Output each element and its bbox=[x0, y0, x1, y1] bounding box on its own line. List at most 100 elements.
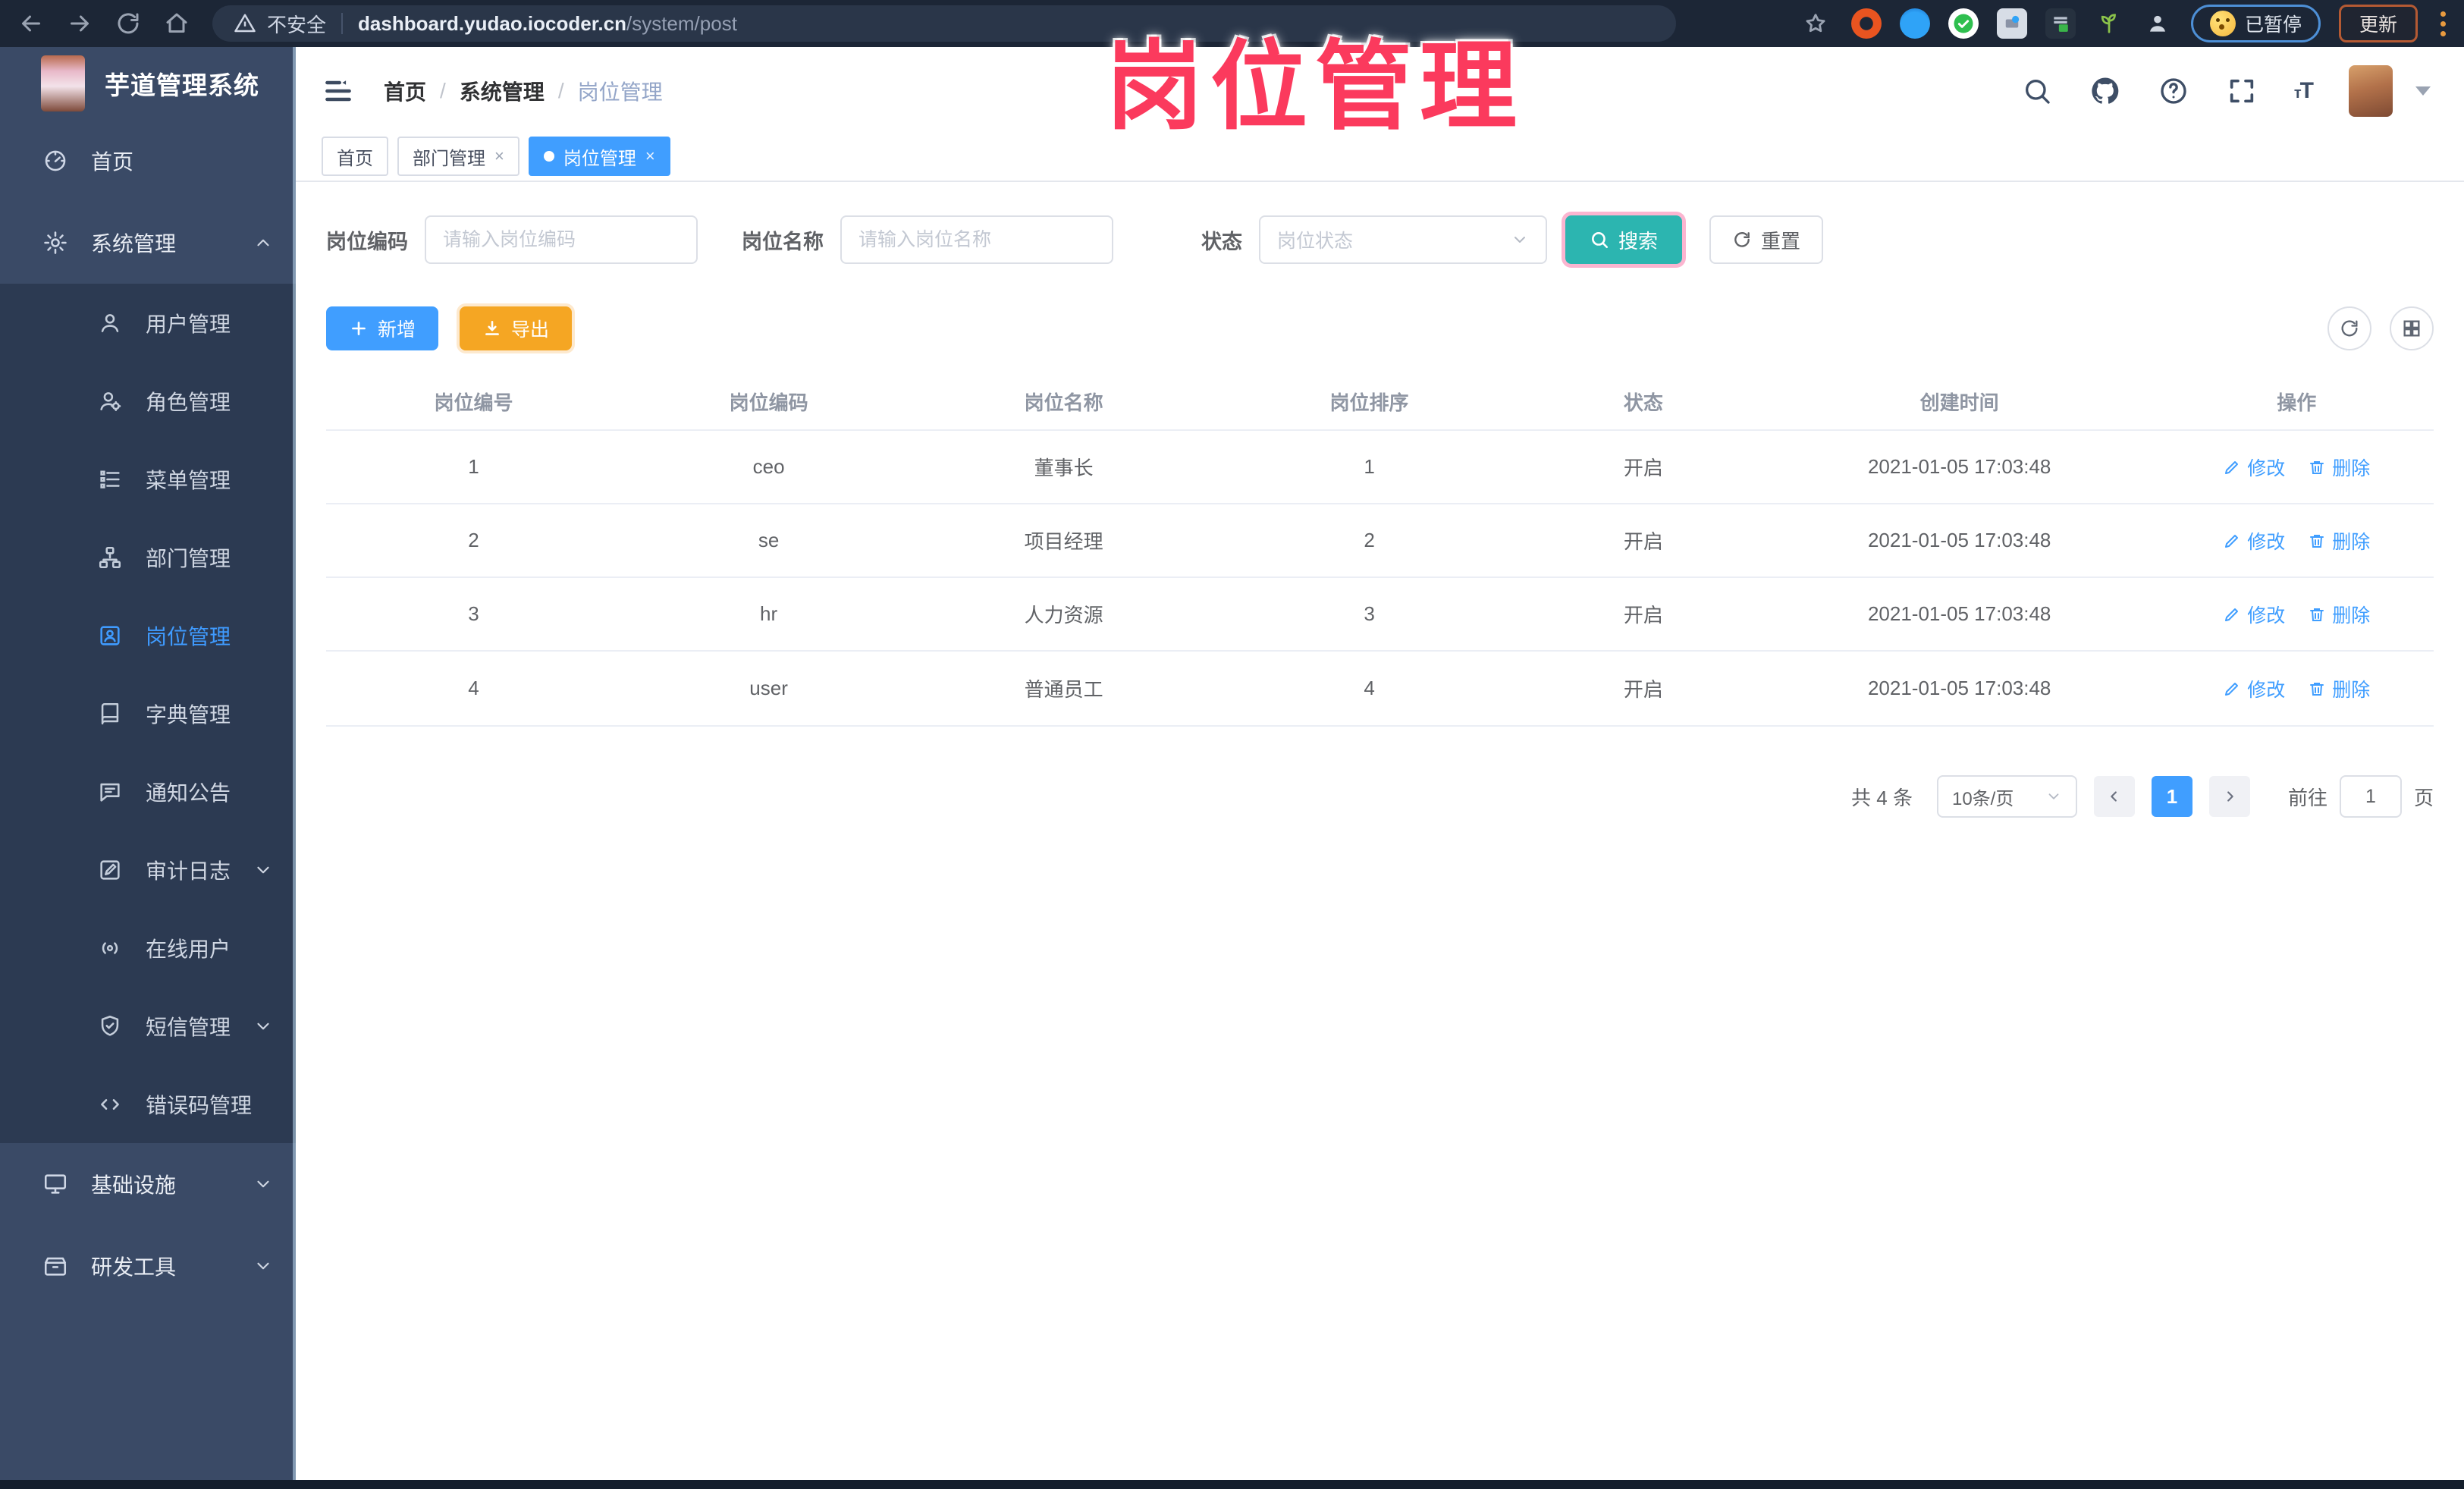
refresh-table-button[interactable] bbox=[2327, 306, 2371, 350]
cell-created-time: 2021-01-05 17:03:48 bbox=[1867, 602, 2051, 625]
sidebar-item-dev-tools[interactable]: 研发工具 bbox=[0, 1225, 296, 1307]
tab-posts[interactable]: 岗位管理 × bbox=[528, 137, 670, 176]
tab-home[interactable]: 首页 bbox=[322, 137, 388, 176]
cell-post-status: 开启 bbox=[1623, 457, 1663, 479]
sidebar-item-online-users[interactable]: 在线用户 bbox=[0, 909, 296, 987]
extension-icon[interactable] bbox=[2142, 8, 2173, 39]
download-icon bbox=[485, 321, 499, 335]
caret-down-icon[interactable] bbox=[2415, 86, 2431, 96]
close-icon[interactable]: × bbox=[494, 148, 504, 165]
font-size-icon[interactable]: тT bbox=[2294, 78, 2314, 104]
sidebar-item-notices[interactable]: 通知公告 bbox=[0, 752, 296, 831]
page-number-active[interactable]: 1 bbox=[2151, 776, 2192, 817]
extension-icon[interactable] bbox=[1850, 8, 1882, 39]
close-icon[interactable]: × bbox=[645, 148, 655, 165]
forward-icon[interactable] bbox=[62, 6, 97, 41]
reset-button[interactable]: 重置 bbox=[1709, 215, 1824, 264]
app-title: 芋道管理系统 bbox=[105, 71, 259, 99]
search-button[interactable]: 搜索 bbox=[1565, 215, 1683, 264]
sidebar-item-label: 基础设施 bbox=[91, 1173, 177, 1197]
cell-post-sort: 4 bbox=[1364, 677, 1375, 699]
status-select[interactable]: 岗位状态 bbox=[1259, 215, 1547, 264]
delete-link[interactable]: 删除 bbox=[2308, 527, 2370, 554]
plus-icon bbox=[352, 322, 366, 335]
posts-table: 岗位编号 岗位编码 岗位名称 岗位排序 状态 创建时间 操作 1 ceo 董事长… bbox=[326, 373, 2434, 727]
cell-post-name: 项目经理 bbox=[1024, 530, 1103, 553]
cell-post-id: 4 bbox=[468, 677, 479, 699]
sidebar-item-departments[interactable]: 部门管理 bbox=[0, 518, 296, 596]
paused-extension-badge[interactable]: 已暂停 bbox=[2190, 5, 2321, 42]
post-name-input[interactable] bbox=[840, 215, 1113, 264]
page-size-select[interactable]: 10条/页 bbox=[1936, 775, 2077, 818]
security-label[interactable]: 不安全 bbox=[267, 10, 326, 38]
column-header: 状态 bbox=[1623, 391, 1663, 414]
help-icon[interactable] bbox=[2158, 75, 2189, 107]
next-page-button[interactable] bbox=[2208, 776, 2250, 817]
sidebar-item-menus[interactable]: 菜单管理 bbox=[0, 440, 296, 518]
goto-page-input[interactable] bbox=[2339, 775, 2402, 818]
sidebar-item-roles[interactable]: 角色管理 bbox=[0, 362, 296, 440]
sidebar-item-dictionary[interactable]: 字典管理 bbox=[0, 674, 296, 752]
breadcrumb-current: 岗位管理 bbox=[577, 80, 663, 104]
home-icon[interactable] bbox=[159, 6, 194, 41]
fullscreen-icon[interactable] bbox=[2226, 75, 2258, 107]
tab-departments[interactable]: 部门管理 × bbox=[397, 137, 519, 176]
avatar[interactable] bbox=[2349, 65, 2393, 117]
cell-post-id: 3 bbox=[468, 602, 479, 625]
breadcrumb-separator: / bbox=[440, 79, 446, 102]
extension-icon[interactable] bbox=[2045, 8, 2076, 39]
sidebar-item-label: 在线用户 bbox=[146, 937, 231, 961]
url-path[interactable]: /system/post bbox=[626, 12, 737, 36]
back-icon[interactable] bbox=[14, 6, 49, 41]
app-logo-row[interactable]: 芋道管理系统 bbox=[0, 47, 296, 120]
extension-icon[interactable] bbox=[1996, 8, 2027, 39]
search-icon bbox=[1592, 232, 1609, 249]
kebab-menu-icon[interactable] bbox=[2436, 11, 2450, 36]
sidebar-item-posts[interactable]: 岗位管理 bbox=[0, 596, 296, 674]
reload-icon[interactable] bbox=[111, 6, 146, 41]
update-button[interactable]: 更新 bbox=[2338, 5, 2418, 42]
delete-link[interactable]: 删除 bbox=[2308, 454, 2370, 481]
edit-link[interactable]: 修改 bbox=[2223, 675, 2285, 702]
sidebar-item-sms[interactable]: 短信管理 bbox=[0, 987, 296, 1065]
star-icon[interactable] bbox=[1798, 6, 1833, 41]
search-icon[interactable] bbox=[2021, 75, 2053, 107]
sidebar-item-label: 短信管理 bbox=[146, 1015, 231, 1039]
add-button[interactable]: 新增 bbox=[326, 306, 439, 350]
filter-form: 岗位编码 岗位名称 状态 岗位状态 搜索 bbox=[326, 215, 2434, 264]
export-button[interactable]: 导出 bbox=[460, 306, 573, 350]
address-divider bbox=[341, 13, 344, 34]
edit-link[interactable]: 修改 bbox=[2223, 601, 2285, 628]
prev-page-button[interactable] bbox=[2093, 776, 2135, 817]
hamburger-icon[interactable] bbox=[322, 74, 355, 108]
sidebar-item-home[interactable]: 首页 bbox=[0, 120, 296, 202]
sidebar-item-users[interactable]: 用户管理 bbox=[0, 284, 296, 362]
edit-link[interactable]: 修改 bbox=[2223, 454, 2285, 481]
edit-link[interactable]: 修改 bbox=[2223, 527, 2285, 554]
post-code-input[interactable] bbox=[425, 215, 698, 264]
address-bar[interactable]: 不安全 dashboard.yudao.iocoder.cn /system/p… bbox=[212, 5, 1676, 42]
sidebar-item-infrastructure[interactable]: 基础设施 bbox=[0, 1143, 296, 1225]
chevron-down-icon bbox=[1514, 237, 1525, 243]
breadcrumb-system[interactable]: 系统管理 bbox=[460, 76, 545, 106]
extension-icon[interactable] bbox=[1948, 8, 1979, 39]
sidebar-item-error-codes[interactable]: 错误码管理 bbox=[0, 1065, 296, 1143]
column-header: 岗位编号 bbox=[434, 391, 513, 414]
url-host[interactable]: dashboard.yudao.iocoder.cn bbox=[358, 12, 626, 36]
user-icon bbox=[101, 313, 119, 332]
chevron-down-icon bbox=[257, 1023, 269, 1029]
github-icon[interactable] bbox=[2089, 75, 2121, 107]
sidebar-item-audit-log[interactable]: 审计日志 bbox=[0, 831, 296, 909]
delete-link[interactable]: 删除 bbox=[2308, 675, 2370, 702]
column-settings-button[interactable] bbox=[2390, 306, 2434, 350]
breadcrumb-home[interactable]: 首页 bbox=[384, 76, 426, 106]
role-icon bbox=[100, 391, 121, 411]
cell-post-code: ceo bbox=[752, 455, 785, 478]
gear-icon bbox=[44, 231, 67, 254]
sidebar-item-system[interactable]: 系统管理 bbox=[0, 202, 296, 284]
delete-link[interactable]: 删除 bbox=[2308, 601, 2370, 628]
column-header: 操作 bbox=[2277, 391, 2317, 414]
cell-post-sort: 2 bbox=[1364, 529, 1375, 551]
extension-icon[interactable] bbox=[2094, 8, 2124, 39]
extension-icon[interactable] bbox=[1899, 8, 1930, 39]
